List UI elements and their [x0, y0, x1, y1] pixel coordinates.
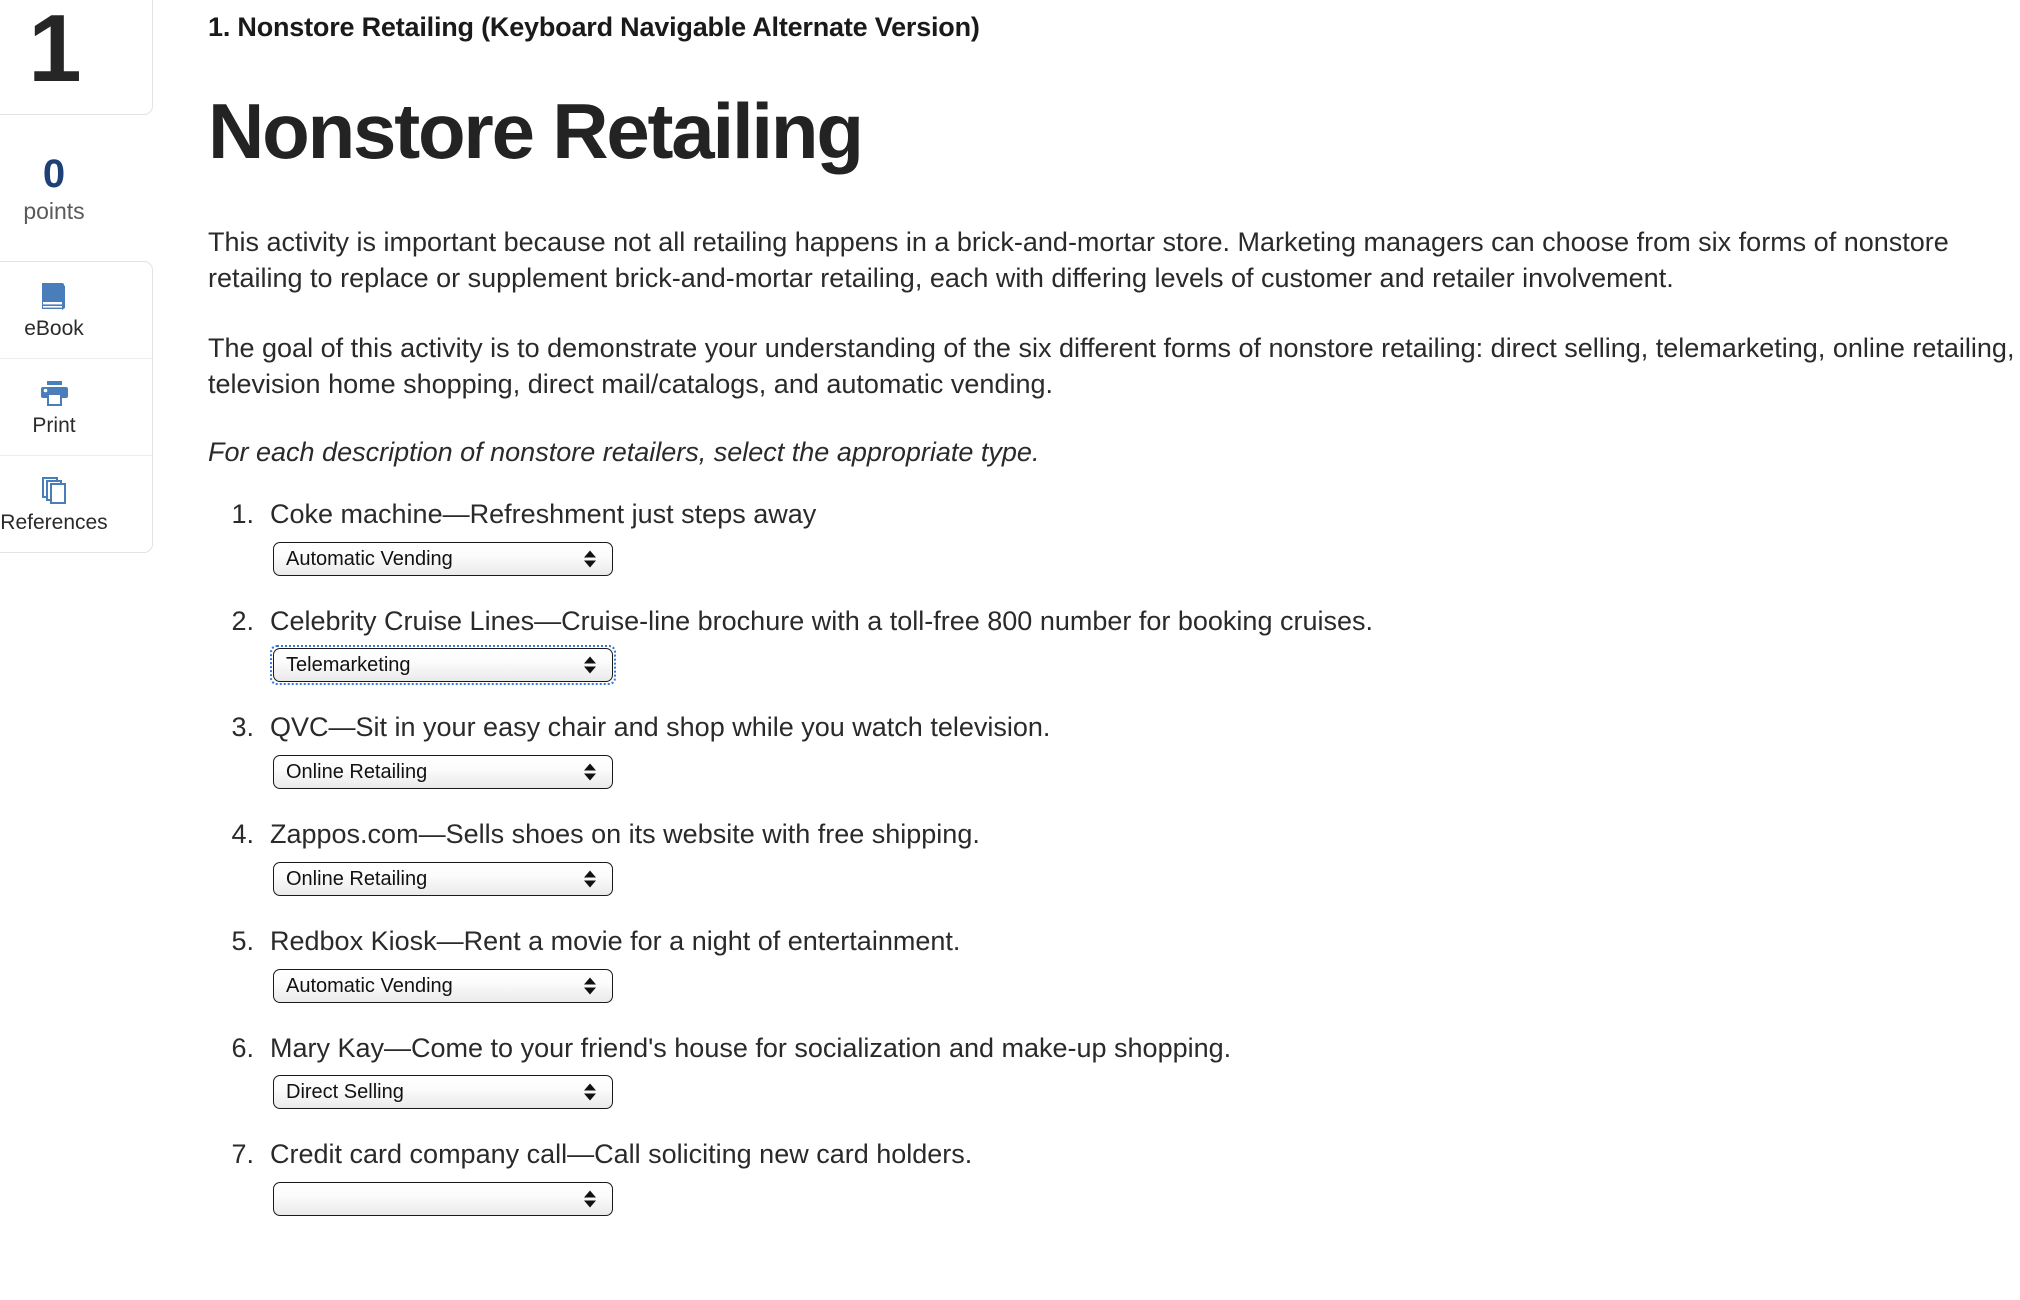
page-title: Nonstore Retailing [208, 87, 864, 175]
list-item: 7. Credit card company call—Call solicit… [208, 1138, 2020, 1219]
instruction-text: For each description of nonstore retaile… [208, 436, 1040, 467]
main-content: 1. Nonstore Retailing (Keyboard Navigabl… [208, 0, 2020, 1245]
select-value: Telemarketing [286, 655, 411, 676]
page-root: 1 0 points eBook Print References 1. Non… [0, 0, 2020, 1300]
select-value: Direct Selling [286, 1082, 404, 1103]
retail-type-select[interactable]: Direct Selling [273, 1075, 613, 1110]
sidebar-item-label: References [0, 510, 108, 534]
item-marker: 2. [231, 605, 254, 636]
activity-title: 1. Nonstore Retailing (Keyboard Navigabl… [208, 12, 980, 42]
item-text: Coke machine—Refreshment just steps away [270, 498, 817, 529]
item-marker: 3. [231, 712, 254, 743]
list-item: 6. Mary Kay—Come to your friend's house … [208, 1032, 2020, 1113]
sidebar-item-references[interactable]: References [0, 456, 152, 552]
item-text: Zappos.com—Sells shoes on its website wi… [270, 819, 980, 850]
printer-icon [36, 378, 72, 410]
item-marker: 7. [231, 1139, 254, 1170]
sidebar-item-label: Print [32, 413, 76, 437]
list-item: 3. QVC—Sit in your easy chair and shop w… [208, 711, 2020, 792]
select-focus-wrapper: Online Retailing [270, 859, 616, 899]
select-value: Automatic Vending [286, 548, 453, 569]
select-focus-wrapper [270, 1179, 616, 1219]
select-focus-wrapper: Automatic Vending [270, 539, 616, 579]
item-text: Credit card company call—Call soliciting… [270, 1139, 973, 1170]
chevron-updown-icon [584, 1190, 596, 1208]
retail-type-select[interactable]: Automatic Vending [273, 968, 613, 1003]
pages-stack-icon [36, 475, 72, 507]
chevron-updown-icon [584, 550, 596, 568]
goal-paragraph: The goal of this activity is to demonstr… [208, 332, 2015, 399]
points-value: 0 [42, 152, 66, 196]
item-text: Celebrity Cruise Lines—Cruise-line broch… [270, 605, 1373, 636]
select-focus-wrapper: Telemarketing [270, 645, 616, 686]
question-number-card: 1 [0, 0, 153, 115]
retail-type-select[interactable] [273, 1182, 613, 1217]
item-marker: 1. [231, 498, 254, 529]
item-marker: 6. [231, 1032, 254, 1063]
chevron-updown-icon [584, 763, 596, 781]
sidebar-item-print[interactable]: Print [0, 359, 152, 456]
select-focus-wrapper: Automatic Vending [270, 966, 616, 1006]
list-item: 2. Celebrity Cruise Lines—Cruise-line br… [208, 605, 2020, 686]
chevron-updown-icon [584, 870, 596, 888]
question-number: 1 [28, 0, 81, 102]
select-value: Online Retailing [286, 868, 428, 889]
points-label: points [23, 198, 85, 224]
intro-paragraph: This activity is important because not a… [208, 227, 1949, 294]
sidebar-item-ebook[interactable]: eBook [0, 262, 152, 359]
item-marker: 4. [231, 819, 254, 850]
item-text: QVC—Sit in your easy chair and shop whil… [270, 712, 1051, 743]
retail-type-select[interactable]: Automatic Vending [273, 541, 613, 576]
retail-type-select[interactable]: Online Retailing [273, 861, 613, 896]
question-list: 1. Coke machine—Refreshment just steps a… [208, 498, 2020, 1219]
sidebar-item-label: eBook [24, 316, 84, 340]
points-display: 0 points [0, 153, 153, 227]
item-text: Redbox Kiosk—Rent a movie for a night of… [270, 925, 961, 956]
item-marker: 5. [231, 925, 254, 956]
retail-type-select[interactable]: Online Retailing [273, 755, 613, 790]
chevron-updown-icon [584, 1083, 596, 1101]
chevron-updown-icon [584, 977, 596, 995]
book-icon [36, 281, 72, 313]
select-focus-wrapper: Online Retailing [270, 752, 616, 792]
list-item: 5. Redbox Kiosk—Rent a movie for a night… [208, 925, 2020, 1006]
left-sidebar: 1 0 points eBook Print References [0, 0, 153, 553]
chevron-updown-icon [584, 656, 596, 674]
select-value: Online Retailing [286, 762, 428, 783]
select-value: Automatic Vending [286, 975, 453, 996]
item-text: Mary Kay—Come to your friend's house for… [270, 1032, 1232, 1063]
sidebar-tools-card: eBook Print References [0, 260, 153, 553]
list-item: 1. Coke machine—Refreshment just steps a… [208, 498, 2020, 579]
list-item: 4. Zappos.com—Sells shoes on its website… [208, 818, 2020, 899]
retail-type-select[interactable]: Telemarketing [273, 648, 613, 683]
select-focus-wrapper: Direct Selling [270, 1072, 616, 1112]
